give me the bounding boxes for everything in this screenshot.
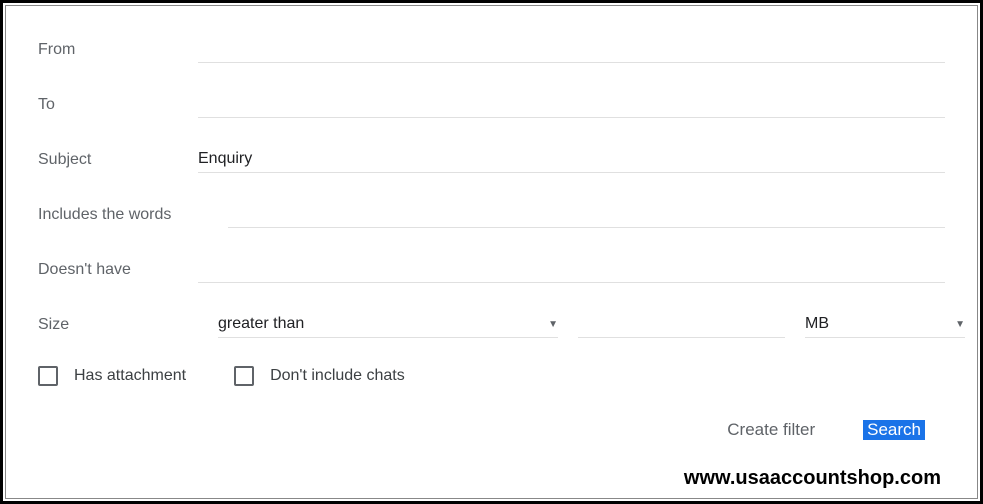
size-row: Size greater than ▼ MB ▼ [38,311,945,338]
actions-row: Create filter Search [38,420,945,440]
from-input[interactable] [198,36,945,63]
size-value-input[interactable] [578,311,785,338]
includes-input[interactable] [228,201,945,228]
search-button[interactable]: Search [863,420,925,440]
size-operator-value: greater than [218,315,304,333]
to-label: To [38,96,198,114]
doesnt-have-input[interactable] [198,256,945,283]
checkbox-row: Has attachment Don't include chats [38,366,945,386]
doesnt-have-row: Doesn't have [38,256,945,283]
to-input[interactable] [198,91,945,118]
search-filter-panel: From To Subject Includes the words Doesn… [5,5,978,499]
chevron-down-icon: ▼ [548,319,558,330]
subject-input[interactable] [198,146,945,173]
from-label: From [38,41,198,59]
dont-include-chats-label: Don't include chats [270,367,405,385]
size-unit-value: MB [805,315,829,333]
create-filter-button[interactable]: Create filter [727,420,815,440]
from-row: From [38,36,945,63]
dont-include-chats-item: Don't include chats [234,366,405,386]
doesnt-have-label: Doesn't have [38,261,198,279]
includes-row: Includes the words [38,201,945,228]
to-row: To [38,91,945,118]
has-attachment-checkbox[interactable] [38,366,58,386]
size-unit-dropdown[interactable]: MB ▼ [805,311,965,338]
size-operator-dropdown[interactable]: greater than ▼ [218,311,558,338]
has-attachment-label: Has attachment [74,367,186,385]
watermark-text: www.usaaccountshop.com [684,467,941,490]
chevron-down-icon: ▼ [955,319,965,330]
has-attachment-item: Has attachment [38,366,186,386]
dont-include-chats-checkbox[interactable] [234,366,254,386]
size-label: Size [38,316,198,334]
window-border: From To Subject Includes the words Doesn… [0,0,983,504]
includes-label: Includes the words [38,206,228,224]
subject-label: Subject [38,151,198,169]
subject-row: Subject [38,146,945,173]
